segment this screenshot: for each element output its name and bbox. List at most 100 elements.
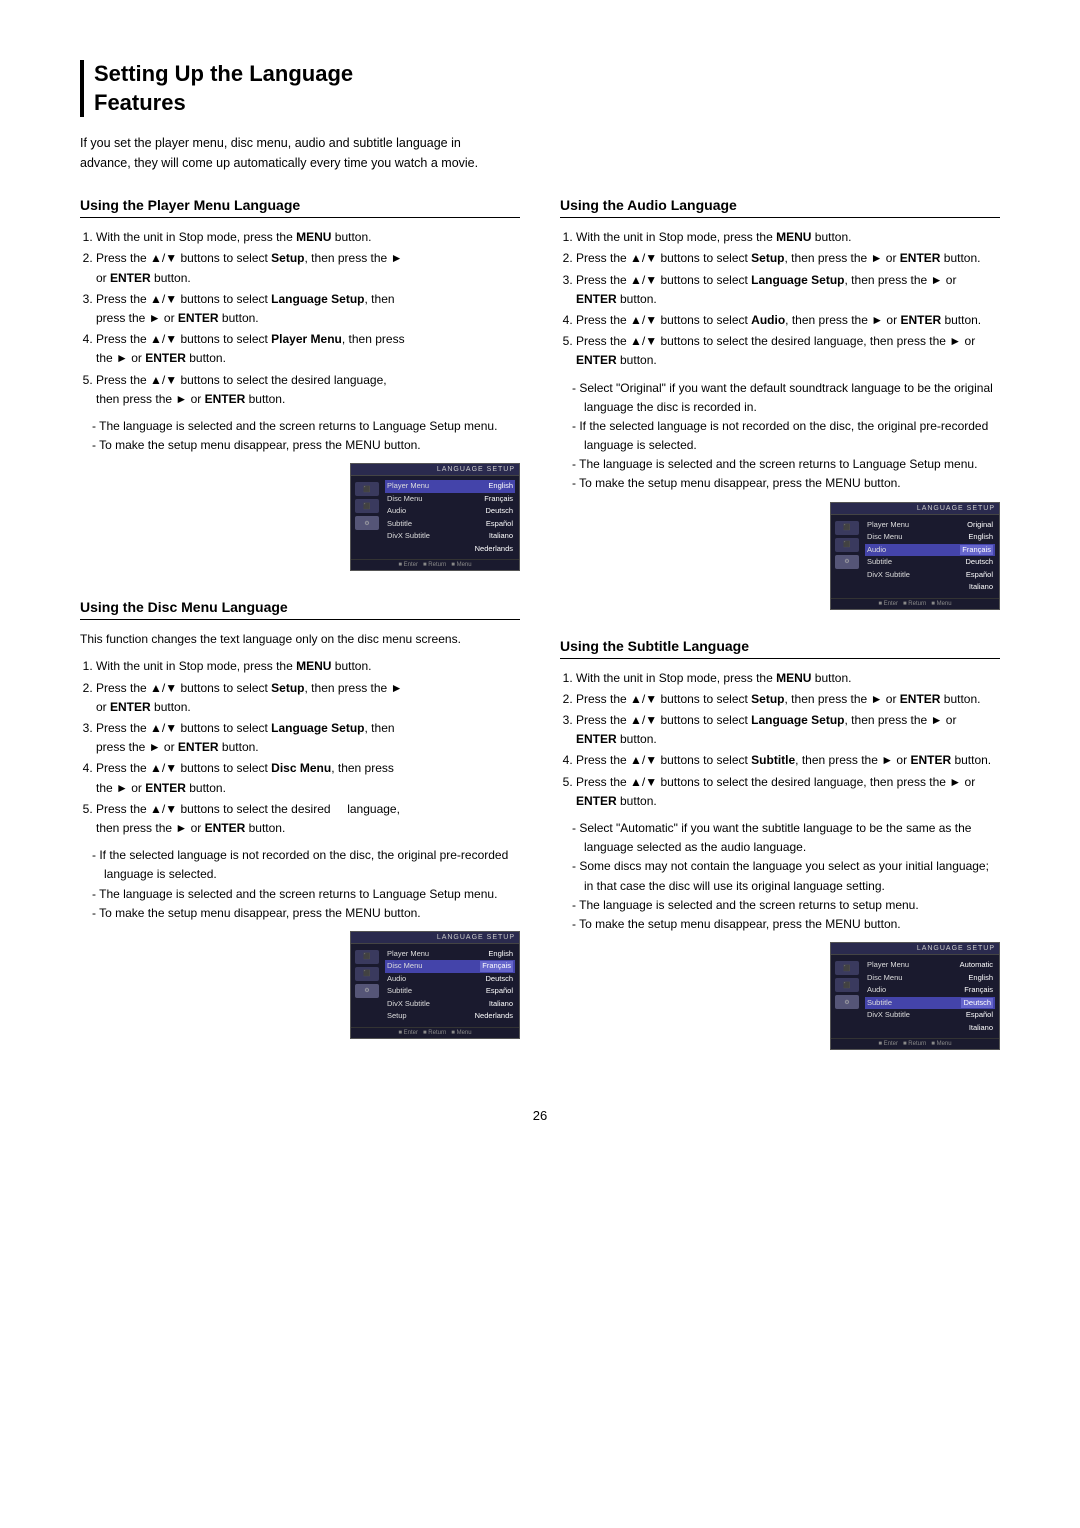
- step-item: With the unit in Stop mode, press the ME…: [96, 228, 520, 247]
- screen-row: Disc MenuEnglish: [865, 531, 995, 544]
- screen-header: LANGUAGE SETUP: [351, 932, 519, 944]
- screen-icons: ⬛ ⬛ ⚙: [353, 480, 383, 555]
- step-item: Press the ▲/▼ buttons to select Setup, t…: [576, 249, 1000, 268]
- disc-menu-title: Using the Disc Menu Language: [80, 599, 520, 620]
- subtitle-notes: Select "Automatic" if you want the subti…: [560, 819, 1000, 934]
- disc-menu-notes: If the selected language is not recorded…: [80, 846, 520, 923]
- page-number: 26: [80, 1108, 1000, 1123]
- note-item: The language is selected and the screen …: [572, 896, 1000, 915]
- audio-steps: With the unit in Stop mode, press the ME…: [560, 228, 1000, 370]
- setup-icon: ⚙: [355, 984, 379, 998]
- disc-icon: ⬛: [835, 521, 859, 535]
- note-item: Select "Automatic" if you want the subti…: [572, 819, 1000, 857]
- screen-row: Player MenuEnglish: [385, 948, 515, 961]
- disc-menu-section: Using the Disc Menu Language This functi…: [80, 599, 520, 1039]
- audio-language-title: Using the Audio Language: [560, 197, 1000, 218]
- disc-icon: ⬛: [835, 961, 859, 975]
- note-item: To make the setup menu disappear, press …: [572, 474, 1000, 493]
- screen-footer: ■ Enter ■ Return ■ Menu: [351, 1027, 519, 1038]
- screen-row: Disc MenuFrançais: [385, 960, 515, 973]
- audio-icon: ⬛: [355, 499, 379, 513]
- screen-row: Player MenuAutomatic: [865, 959, 995, 972]
- step-item: Press the ▲/▼ buttons to select Disc Men…: [96, 759, 520, 797]
- screen-footer: ■ Enter ■ Return ■ Menu: [831, 1038, 999, 1049]
- note-item: If the selected language is not recorded…: [572, 417, 1000, 455]
- screen-row: DivX SubtitleEspañol: [865, 1009, 995, 1022]
- screen-row: Italiano: [865, 581, 995, 594]
- disc-menu-screen: LANGUAGE SETUP ⬛ ⬛ ⚙ Player MenuEnglish …: [350, 931, 520, 1039]
- audio-icon: ⬛: [835, 978, 859, 992]
- screen-header: LANGUAGE SETUP: [351, 464, 519, 476]
- screen-content: Player MenuAutomatic Disc MenuEnglish Au…: [863, 959, 997, 1034]
- setup-icon: ⚙: [355, 516, 379, 530]
- step-item: Press the ▲/▼ buttons to select Player M…: [96, 330, 520, 368]
- step-item: Press the ▲/▼ buttons to select the desi…: [96, 371, 520, 409]
- step-item: Press the ▲/▼ buttons to select the desi…: [576, 773, 1000, 811]
- screen-row: DivX SubtitleItaliano: [385, 998, 515, 1011]
- step-item: Press the ▲/▼ buttons to select Language…: [96, 719, 520, 757]
- screen-row: SubtitleDeutsch: [865, 556, 995, 569]
- note-item: To make the setup menu disappear, press …: [92, 436, 520, 455]
- audio-icon: ⬛: [355, 967, 379, 981]
- player-menu-section: Using the Player Menu Language With the …: [80, 197, 520, 571]
- audio-icon: ⬛: [835, 538, 859, 552]
- step-item: With the unit in Stop mode, press the ME…: [576, 669, 1000, 688]
- setup-icon: ⚙: [835, 555, 859, 569]
- step-item: Press the ▲/▼ buttons to select Language…: [576, 711, 1000, 749]
- screen-header: LANGUAGE SETUP: [831, 943, 999, 955]
- audio-language-section: Using the Audio Language With the unit i…: [560, 197, 1000, 609]
- step-item: Press the ▲/▼ buttons to select Setup, t…: [96, 679, 520, 717]
- note-item: The language is selected and the screen …: [92, 417, 520, 436]
- screen-body: ⬛ ⬛ ⚙ Player MenuOriginal Disc MenuEngli…: [831, 515, 999, 598]
- screen-footer: ■ Enter ■ Return ■ Menu: [351, 559, 519, 570]
- subtitle-language-section: Using the Subtitle Language With the uni…: [560, 638, 1000, 1050]
- intro-text: If you set the player menu, disc menu, a…: [80, 133, 500, 173]
- step-item: Press the ▲/▼ buttons to select the desi…: [576, 332, 1000, 370]
- subtitle-screen: LANGUAGE SETUP ⬛ ⬛ ⚙ Player MenuAutomati…: [830, 942, 1000, 1050]
- screen-icons: ⬛ ⬛ ⚙: [833, 519, 863, 594]
- screen-content: Player MenuEnglish Disc MenuFrançais Aud…: [383, 480, 517, 555]
- screen-row: Player MenuOriginal: [865, 519, 995, 532]
- player-menu-steps: With the unit in Stop mode, press the ME…: [80, 228, 520, 409]
- screen-row: Nederlands: [385, 543, 515, 556]
- screen-content: Player MenuEnglish Disc MenuFrançais Aud…: [383, 948, 517, 1023]
- disc-menu-steps: With the unit in Stop mode, press the ME…: [80, 657, 520, 838]
- screen-row: SubtitleDeutsch: [865, 997, 995, 1010]
- left-column: Using the Player Menu Language With the …: [80, 197, 520, 1078]
- disc-menu-icon: ⬛: [355, 482, 379, 496]
- setup-icon: ⚙: [835, 995, 859, 1009]
- screen-row: Player MenuEnglish: [385, 480, 515, 493]
- audio-notes: Select "Original" if you want the defaul…: [560, 379, 1000, 494]
- two-column-layout: Using the Player Menu Language With the …: [80, 197, 1000, 1078]
- subtitle-steps: With the unit in Stop mode, press the ME…: [560, 669, 1000, 811]
- screen-footer: ■ Enter ■ Return ■ Menu: [831, 598, 999, 609]
- screen-row: Disc MenuFrançais: [385, 493, 515, 506]
- screen-row: DivX SubtitleEspañol: [865, 569, 995, 582]
- main-title: Setting Up the Language Features: [80, 60, 1000, 117]
- note-item: To make the setup menu disappear, press …: [572, 915, 1000, 934]
- step-item: With the unit in Stop mode, press the ME…: [576, 228, 1000, 247]
- disc-menu-desc: This function changes the text language …: [80, 630, 520, 649]
- screen-row: SubtitleEspañol: [385, 985, 515, 998]
- screen-content: Player MenuOriginal Disc MenuEnglish Aud…: [863, 519, 997, 594]
- screen-body: ⬛ ⬛ ⚙ Player MenuEnglish Disc MenuFrança…: [351, 944, 519, 1027]
- subtitle-language-title: Using the Subtitle Language: [560, 638, 1000, 659]
- screen-body: ⬛ ⬛ ⚙ Player MenuEnglish Disc MenuFrança…: [351, 476, 519, 559]
- screen-row: SubtitleEspañol: [385, 518, 515, 531]
- note-item: The language is selected and the screen …: [92, 885, 520, 904]
- screen-row: AudioFrançais: [865, 984, 995, 997]
- screen-row: Disc MenuEnglish: [865, 972, 995, 985]
- note-item: To make the setup menu disappear, press …: [92, 904, 520, 923]
- note-item: Select "Original" if you want the defaul…: [572, 379, 1000, 417]
- screen-row: Italiano: [865, 1022, 995, 1035]
- step-item: With the unit in Stop mode, press the ME…: [96, 657, 520, 676]
- step-item: Press the ▲/▼ buttons to select the desi…: [96, 800, 520, 838]
- step-item: Press the ▲/▼ buttons to select Subtitle…: [576, 751, 1000, 770]
- screen-row: DivX SubtitleItaliano: [385, 530, 515, 543]
- right-column: Using the Audio Language With the unit i…: [560, 197, 1000, 1078]
- player-menu-notes: The language is selected and the screen …: [80, 417, 520, 455]
- audio-screen: LANGUAGE SETUP ⬛ ⬛ ⚙ Player MenuOriginal…: [830, 502, 1000, 610]
- disc-icon: ⬛: [355, 950, 379, 964]
- screen-row: SetupNederlands: [385, 1010, 515, 1023]
- screen-icons: ⬛ ⬛ ⚙: [833, 959, 863, 1034]
